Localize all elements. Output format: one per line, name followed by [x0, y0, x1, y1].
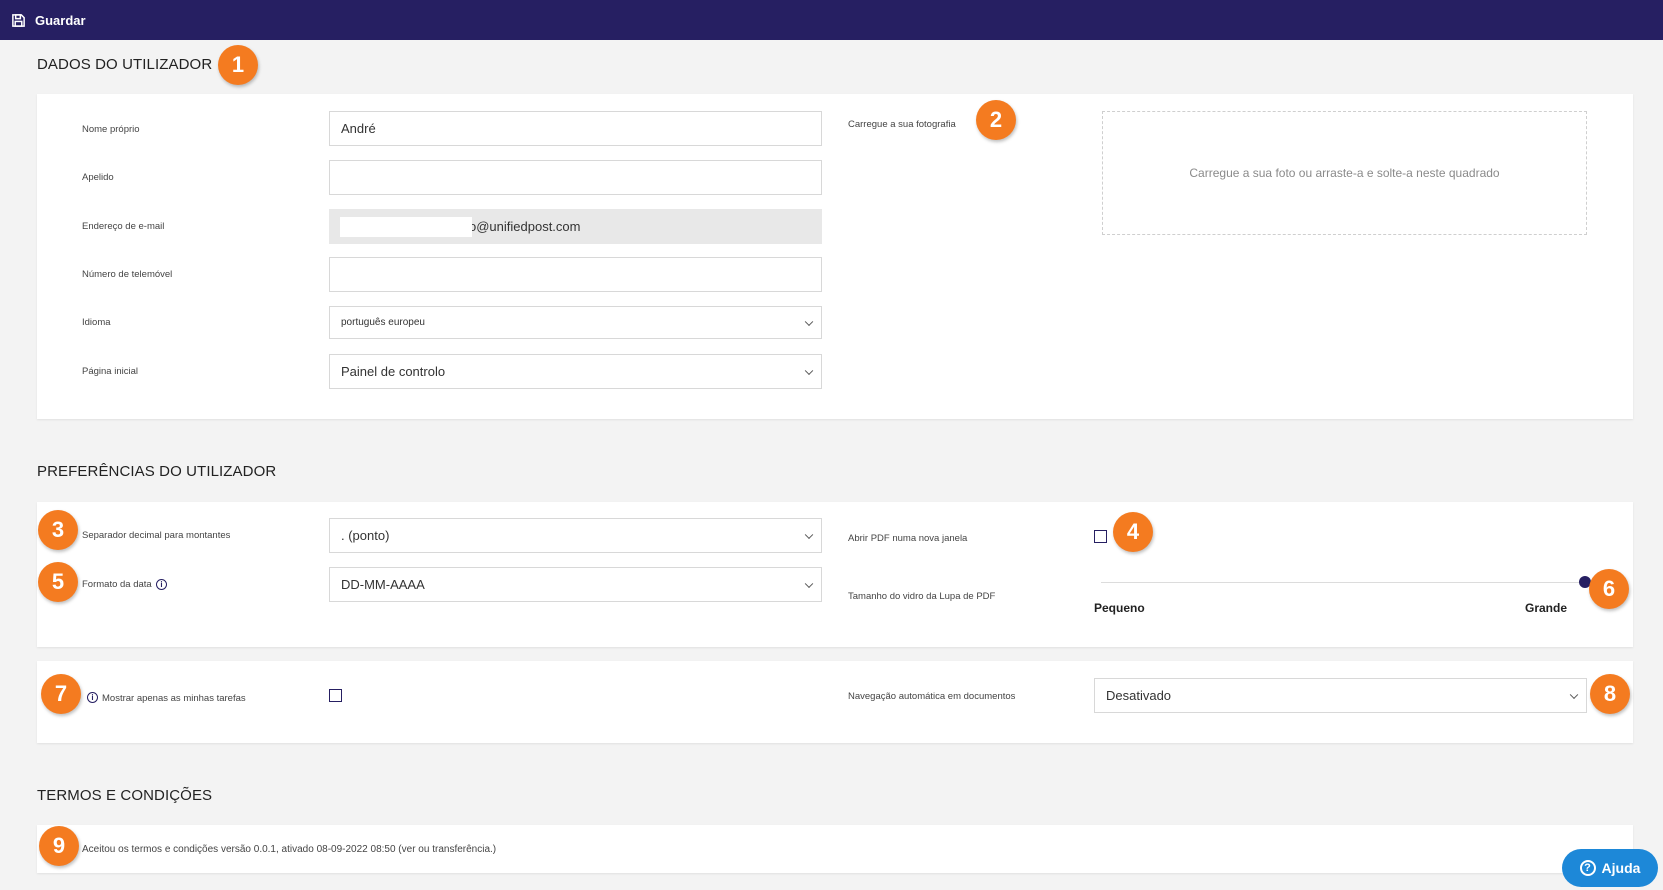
auto-navigation-value: Desativado: [1106, 688, 1172, 703]
email-label: Endereço de e-mail: [82, 221, 165, 232]
first-name-input[interactable]: André: [329, 111, 822, 146]
top-toolbar: Guardar: [0, 0, 1663, 40]
auto-navigation-select[interactable]: Desativado: [1094, 678, 1587, 713]
auto-navigation-label: Navegação automática em documentos: [848, 691, 1016, 702]
save-label: Guardar: [35, 12, 86, 28]
decimal-separator-label: Separador decimal para montantes: [82, 530, 231, 541]
chevron-down-icon: [804, 366, 814, 375]
language-select[interactable]: português europeu: [329, 306, 822, 339]
magnifier-min-label: Pequeno: [1094, 601, 1145, 615]
chevron-down-icon: [804, 579, 814, 588]
callout-badge-3: 3: [38, 510, 78, 550]
dropzone-text: Carregue a sua foto ou arraste-a e solte…: [1189, 166, 1500, 180]
callout-badge-7: 7: [41, 674, 81, 714]
first-name-label: Nome próprio: [82, 124, 140, 135]
date-format-value: DD-MM-AAAA: [341, 577, 425, 592]
open-pdf-label: Abrir PDF numa nova janela: [848, 533, 968, 544]
chevron-down-icon: [1569, 690, 1579, 699]
info-icon[interactable]: i: [156, 579, 167, 590]
callout-badge-2: 2: [976, 100, 1016, 140]
magnifier-size-label: Tamanho do vidro da Lupa de PDF: [848, 591, 996, 602]
terms-card: Aceitou os termos e condições versão 0.0…: [37, 825, 1633, 873]
callout-badge-8: 8: [1590, 674, 1630, 714]
help-button[interactable]: ? Ajuda: [1562, 849, 1658, 887]
callout-badge-9: 9: [39, 826, 79, 866]
chevron-down-icon: [804, 317, 814, 326]
my-tasks-label: Mostrar apenas as minhas tarefas: [102, 693, 246, 704]
first-name-value: André: [341, 121, 376, 136]
photo-label: Carregue a sua fotografia: [848, 119, 956, 130]
surname-input[interactable]: [329, 160, 822, 195]
callout-badge-5: 5: [38, 562, 78, 602]
user-data-card: Nome próprio André Apelido Endereço de e…: [37, 94, 1633, 419]
magnifier-slider-track[interactable]: [1101, 582, 1591, 583]
decimal-separator-value: . (ponto): [341, 528, 390, 543]
save-icon: [12, 13, 25, 27]
my-tasks-checkbox[interactable]: [329, 689, 342, 702]
callout-badge-1: 1: [218, 45, 258, 85]
homepage-value: Painel de controlo: [341, 364, 446, 379]
mobile-label: Número de telemóvel: [82, 269, 173, 280]
email-redaction: [340, 217, 472, 237]
email-value: o@unifiedpost.com: [469, 219, 581, 234]
homepage-select[interactable]: Painel de controlo: [329, 354, 822, 389]
open-pdf-checkbox[interactable]: [1094, 530, 1107, 543]
terms-text[interactable]: Aceitou os termos e condições versão 0.0…: [82, 844, 496, 855]
date-format-select[interactable]: DD-MM-AAAA: [329, 567, 822, 602]
language-label: Idioma: [82, 317, 111, 328]
email-field: o@unifiedpost.com: [329, 209, 822, 244]
date-format-label: Formato da data: [82, 579, 152, 590]
decimal-separator-select[interactable]: . (ponto): [329, 518, 822, 553]
language-value: português europeu: [341, 317, 425, 328]
help-label: Ajuda: [1601, 860, 1641, 876]
info-icon[interactable]: i: [87, 692, 98, 703]
homepage-label: Página inicial: [82, 366, 138, 377]
terms-title: TERMOS E CONDIÇÕES: [37, 787, 213, 804]
magnifier-max-label: Grande: [1525, 601, 1568, 615]
preferences-card: Separador decimal para montantes . (pont…: [37, 502, 1633, 647]
chevron-down-icon: [804, 530, 814, 539]
preferences-title: PREFERÊNCIAS DO UTILIZADOR: [37, 463, 277, 480]
help-icon: ?: [1579, 860, 1596, 876]
callout-badge-6: 6: [1589, 569, 1629, 609]
photo-dropzone[interactable]: Carregue a sua foto ou arraste-a e solte…: [1102, 111, 1587, 235]
callout-badge-4: 4: [1113, 512, 1153, 552]
user-data-title: DADOS DO UTILIZADOR: [37, 56, 213, 73]
tasks-card: i Mostrar apenas as minhas tarefas Naveg…: [37, 661, 1633, 743]
surname-label: Apelido: [82, 172, 114, 183]
save-button[interactable]: Guardar: [11, 13, 86, 28]
mobile-input[interactable]: [329, 257, 822, 292]
